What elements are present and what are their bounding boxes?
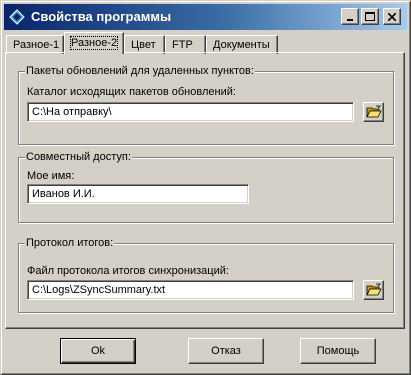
summary-log-group-title: Протокол итогов: <box>25 237 115 249</box>
updates-group: Пакеты обновлений для удаленных пунктов:… <box>18 65 394 145</box>
ok-label: Ok <box>90 345 106 357</box>
tab-raznoe-2[interactable]: Разное-2 <box>64 32 124 54</box>
title-bar[interactable]: Свойства программы <box>4 4 407 30</box>
help-label: Помощь <box>316 345 360 357</box>
help-button[interactable]: Помощь <box>300 338 376 364</box>
maximize-icon <box>365 12 375 21</box>
tab-label: Документы <box>213 39 270 51</box>
my-name-input[interactable]: Иванов И.И. <box>27 184 249 204</box>
tab-label: Цвет <box>131 39 156 51</box>
outgoing-dir-label: Каталог исходящих пакетов обновлений: <box>27 86 236 98</box>
folder-open-icon <box>365 283 382 296</box>
window-title: Свойства программы <box>31 9 172 24</box>
ok-button[interactable]: Ok <box>60 338 136 364</box>
summary-file-input[interactable]: C:\Logs\ZSyncSummary.txt <box>27 280 354 300</box>
summary-log-group: Протокол итогов: Файл протокола итогов с… <box>18 237 394 313</box>
tab-panel: Пакеты обновлений для удаленных пунктов:… <box>5 52 405 329</box>
maximize-button[interactable] <box>361 8 379 25</box>
cancel-label: Отказ <box>211 345 241 357</box>
updates-group-title: Пакеты обновлений для удаленных пунктов: <box>25 65 255 77</box>
close-icon <box>388 12 396 21</box>
outgoing-dir-browse-button[interactable] <box>363 102 384 122</box>
folder-open-icon <box>365 105 382 118</box>
tab-label: Разное-2 <box>69 36 119 50</box>
cancel-button[interactable]: Отказ <box>188 338 264 364</box>
minimize-button[interactable] <box>341 8 359 25</box>
properties-window: Свойства программы Разное-1 Разное-2 Цве… <box>0 0 411 375</box>
outgoing-dir-input[interactable]: C:\На отправку\ <box>27 102 354 122</box>
minimize-icon <box>347 18 353 21</box>
shared-access-group: Совместный доступ: Мое имя: Иванов И.И. <box>18 151 394 223</box>
close-button[interactable] <box>383 8 401 25</box>
summary-file-browse-button[interactable] <box>363 280 384 300</box>
summary-file-label: Файл протокола итогов синхронизаций: <box>27 265 229 277</box>
tab-label: FTP <box>172 39 193 51</box>
my-name-label: Мое имя: <box>27 170 75 182</box>
shared-access-group-title: Совместный доступ: <box>25 151 132 163</box>
tab-label: Разное-1 <box>13 39 60 51</box>
diamond-app-icon <box>9 9 25 25</box>
